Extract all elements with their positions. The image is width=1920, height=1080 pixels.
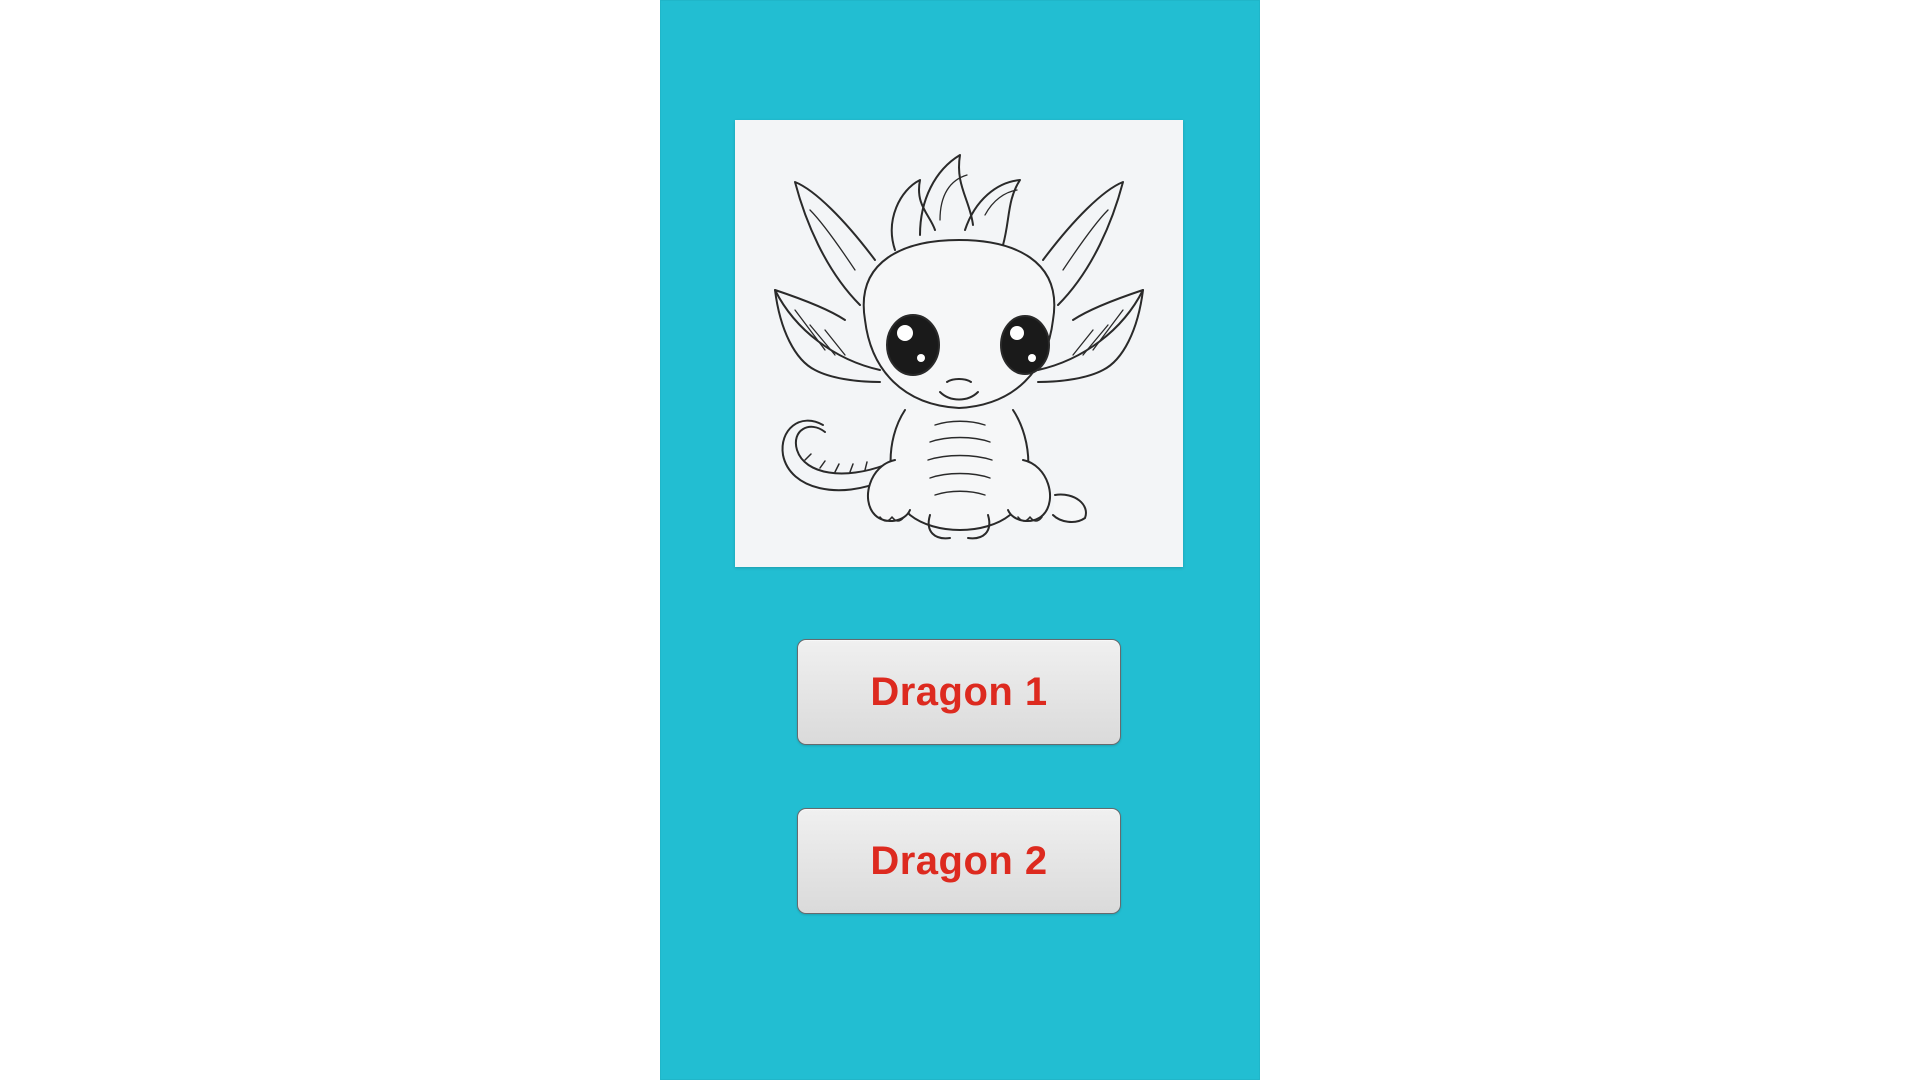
dragon-2-button[interactable]: Dragon 2 (797, 808, 1121, 914)
dragon-1-button-label: Dragon 1 (870, 669, 1048, 714)
dragon-2-button-label: Dragon 2 (870, 838, 1048, 883)
dragon-1-button[interactable]: Dragon 1 (797, 639, 1121, 745)
dragon-illustration (735, 120, 1183, 567)
dragon-drawing (774, 154, 1144, 540)
app-panel: Dragon 1 Dragon 2 (660, 0, 1260, 1080)
